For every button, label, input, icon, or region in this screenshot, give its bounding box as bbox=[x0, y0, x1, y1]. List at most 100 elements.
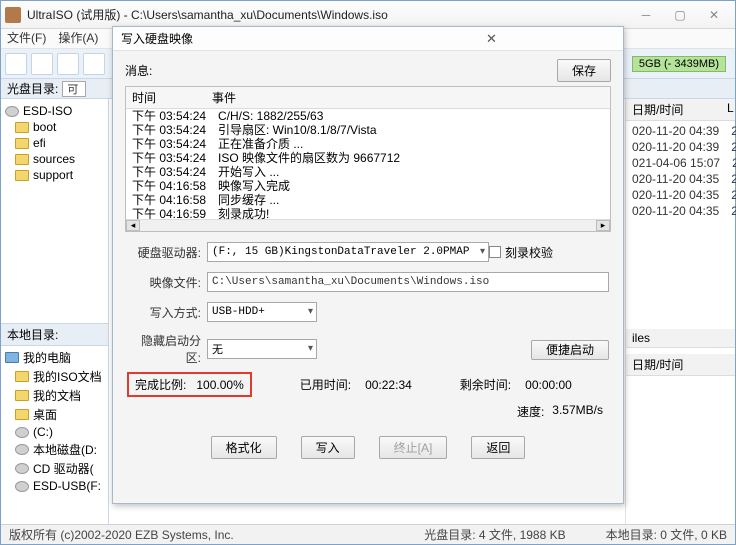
log-row: 下午 03:54:24ISO 映像文件的扇区数为 9667712 bbox=[126, 151, 610, 165]
window-title: UltraISO (试用版) - C:\Users\samantha_xu\Do… bbox=[27, 6, 629, 23]
list-item[interactable]: 020-11-20 04:39 bbox=[626, 123, 725, 139]
remain-value: 00:00:00 bbox=[525, 378, 572, 392]
titlebar: UltraISO (试用版) - C:\Users\samantha_xu\Do… bbox=[1, 1, 735, 29]
log-time: 下午 03:54:24 bbox=[132, 123, 218, 137]
hidden-label: 隐藏启动分区: bbox=[127, 332, 207, 366]
list-item[interactable]: 020-11-20 04:35 bbox=[626, 203, 725, 219]
log-row: 下午 03:54:24引导扇区: Win10/8.1/8/7/Vista bbox=[126, 123, 610, 137]
local-dir-header: 本地目录: bbox=[1, 323, 108, 346]
image-path-field[interactable]: C:\Users\samantha_xu\Documents\Windows.i… bbox=[207, 272, 609, 292]
format-button[interactable]: 格式化 bbox=[211, 436, 277, 459]
folder-icon bbox=[15, 390, 29, 401]
tree-item[interactable]: (C:) bbox=[33, 425, 53, 439]
disc-tree: ESD-ISO boot efi sources support 本地目录: 我… bbox=[1, 99, 109, 524]
tree-item[interactable]: support bbox=[33, 168, 73, 182]
list-item[interactable]: 020-11-20 04:39 bbox=[626, 139, 725, 155]
col-files: iles bbox=[626, 329, 735, 348]
log-time: 下午 03:54:24 bbox=[132, 137, 218, 151]
quickboot-button[interactable]: 便捷启动 bbox=[531, 340, 609, 360]
tree-item[interactable]: 我的电脑 bbox=[23, 349, 71, 366]
log-row: 下午 04:16:58映像写入完成 bbox=[126, 179, 610, 193]
status-local: 本地目录: 0 文件, 0 KB bbox=[606, 526, 727, 543]
list-item[interactable]: 020-11-20 04:35 bbox=[626, 187, 725, 203]
drive-combo[interactable]: (F:, 15 GB)KingstonDataTraveler 2.0PMAP bbox=[207, 242, 489, 262]
col-l: L bbox=[721, 99, 735, 121]
verify-checkbox[interactable]: 刻录校验 bbox=[489, 244, 609, 261]
abort-button[interactable]: 终止[A] bbox=[379, 436, 448, 459]
log-time: 下午 04:16:59 bbox=[132, 207, 218, 219]
log-row: 下午 03:54:24开始写入 ... bbox=[126, 165, 610, 179]
close-button[interactable]: ✕ bbox=[697, 5, 731, 25]
log-box: 时间 事件 下午 03:54:24C/H/S: 1882/255/63下午 03… bbox=[125, 86, 611, 232]
folder-icon bbox=[15, 371, 29, 382]
capacity-chip: 5GB (- 3439MB) bbox=[632, 56, 726, 72]
folder-icon bbox=[15, 138, 29, 149]
tree-item[interactable]: CD 驱动器( bbox=[33, 460, 94, 477]
write-method-combo[interactable]: USB-HDD+ bbox=[207, 302, 317, 322]
pct-value: 100.00% bbox=[196, 378, 243, 392]
list-item[interactable]: 020-11-20 04:35 bbox=[626, 171, 725, 187]
maximize-button[interactable]: ▢ bbox=[663, 5, 697, 25]
tree-item[interactable]: 本地磁盘(D: bbox=[33, 441, 97, 458]
toolbar-button[interactable] bbox=[31, 53, 53, 75]
remain-label: 剩余时间: bbox=[460, 376, 511, 393]
tree-item[interactable]: sources bbox=[33, 152, 75, 166]
copyright: 版权所有 (c)2002-2020 EZB Systems, Inc. bbox=[9, 526, 234, 543]
speed-label: 速度: bbox=[517, 403, 544, 420]
toolbar-button[interactable] bbox=[57, 53, 79, 75]
folder-icon bbox=[15, 122, 29, 133]
log-col-event: 事件 bbox=[212, 89, 610, 106]
scroll-left-icon[interactable]: ◂ bbox=[126, 220, 140, 231]
dialog-close-button[interactable]: ✕ bbox=[368, 31, 615, 47]
write-button[interactable]: 写入 bbox=[301, 436, 355, 459]
log-event: 映像写入完成 bbox=[218, 179, 610, 193]
log-event: 刻录成功! bbox=[218, 207, 610, 219]
app-icon bbox=[5, 7, 21, 23]
toolbar-button[interactable] bbox=[5, 53, 27, 75]
image-label: 映像文件: bbox=[127, 274, 207, 291]
list-item[interactable]: 021-04-06 15:07 bbox=[626, 155, 726, 171]
dialog-title: 写入硬盘映像 bbox=[121, 30, 368, 47]
log-row: 下午 03:54:24正在准备介质 ... bbox=[126, 137, 610, 151]
drive-icon bbox=[15, 463, 29, 474]
tree-item[interactable]: efi bbox=[33, 136, 46, 150]
log-time: 下午 03:54:24 bbox=[132, 151, 218, 165]
menu-action[interactable]: 操作(A) bbox=[58, 29, 98, 48]
folder-icon bbox=[15, 170, 29, 181]
log-event: ISO 映像文件的扇区数为 9667712 bbox=[218, 151, 610, 165]
col-date2: 日期/时间 bbox=[626, 354, 735, 376]
progress-highlight: 完成比例: 100.00% bbox=[127, 372, 252, 397]
tree-item[interactable]: boot bbox=[33, 120, 56, 134]
log-event: 开始写入 ... bbox=[218, 165, 610, 179]
toolbar-button[interactable] bbox=[83, 53, 105, 75]
log-event: C/H/S: 1882/255/63 bbox=[218, 109, 610, 123]
status-disc: 光盘目录: 4 文件, 1988 KB bbox=[424, 526, 565, 543]
menu-file[interactable]: 文件(F) bbox=[7, 29, 46, 48]
back-button[interactable]: 返回 bbox=[471, 436, 525, 459]
log-col-time: 时间 bbox=[126, 89, 212, 106]
log-time: 下午 03:54:24 bbox=[132, 165, 218, 179]
drive-icon bbox=[15, 427, 29, 438]
minimize-button[interactable]: ─ bbox=[629, 5, 663, 25]
pc-icon bbox=[5, 352, 19, 363]
hidden-boot-combo[interactable]: 无 bbox=[207, 339, 317, 359]
pct-label: 完成比例: bbox=[135, 378, 186, 392]
log-event: 同步缓存 ... bbox=[218, 193, 610, 207]
disc-dir-field[interactable]: 可 bbox=[62, 81, 86, 97]
save-button[interactable]: 保存 bbox=[557, 59, 611, 82]
tree-item[interactable]: ESD-ISO bbox=[23, 104, 72, 118]
speed-value: 3.57MB/s bbox=[552, 403, 603, 420]
log-event: 引导扇区: Win10/8.1/8/7/Vista bbox=[218, 123, 610, 137]
log-time: 下午 04:16:58 bbox=[132, 193, 218, 207]
tree-item[interactable]: 桌面 bbox=[33, 406, 57, 423]
tree-item[interactable]: 我的ISO文档 bbox=[33, 368, 102, 385]
statusbar: 版权所有 (c)2002-2020 EZB Systems, Inc. 光盘目录… bbox=[1, 524, 735, 544]
scroll-right-icon[interactable]: ▸ bbox=[596, 220, 610, 231]
tree-item[interactable]: ESD-USB(F: bbox=[33, 479, 101, 493]
folder-icon bbox=[15, 154, 29, 165]
cd-icon bbox=[5, 106, 19, 117]
log-row: 下午 04:16:58同步缓存 ... bbox=[126, 193, 610, 207]
tree-item[interactable]: 我的文档 bbox=[33, 387, 81, 404]
h-scrollbar[interactable]: ◂ ▸ bbox=[126, 219, 610, 231]
elapsed-label: 已用时间: bbox=[300, 376, 351, 393]
